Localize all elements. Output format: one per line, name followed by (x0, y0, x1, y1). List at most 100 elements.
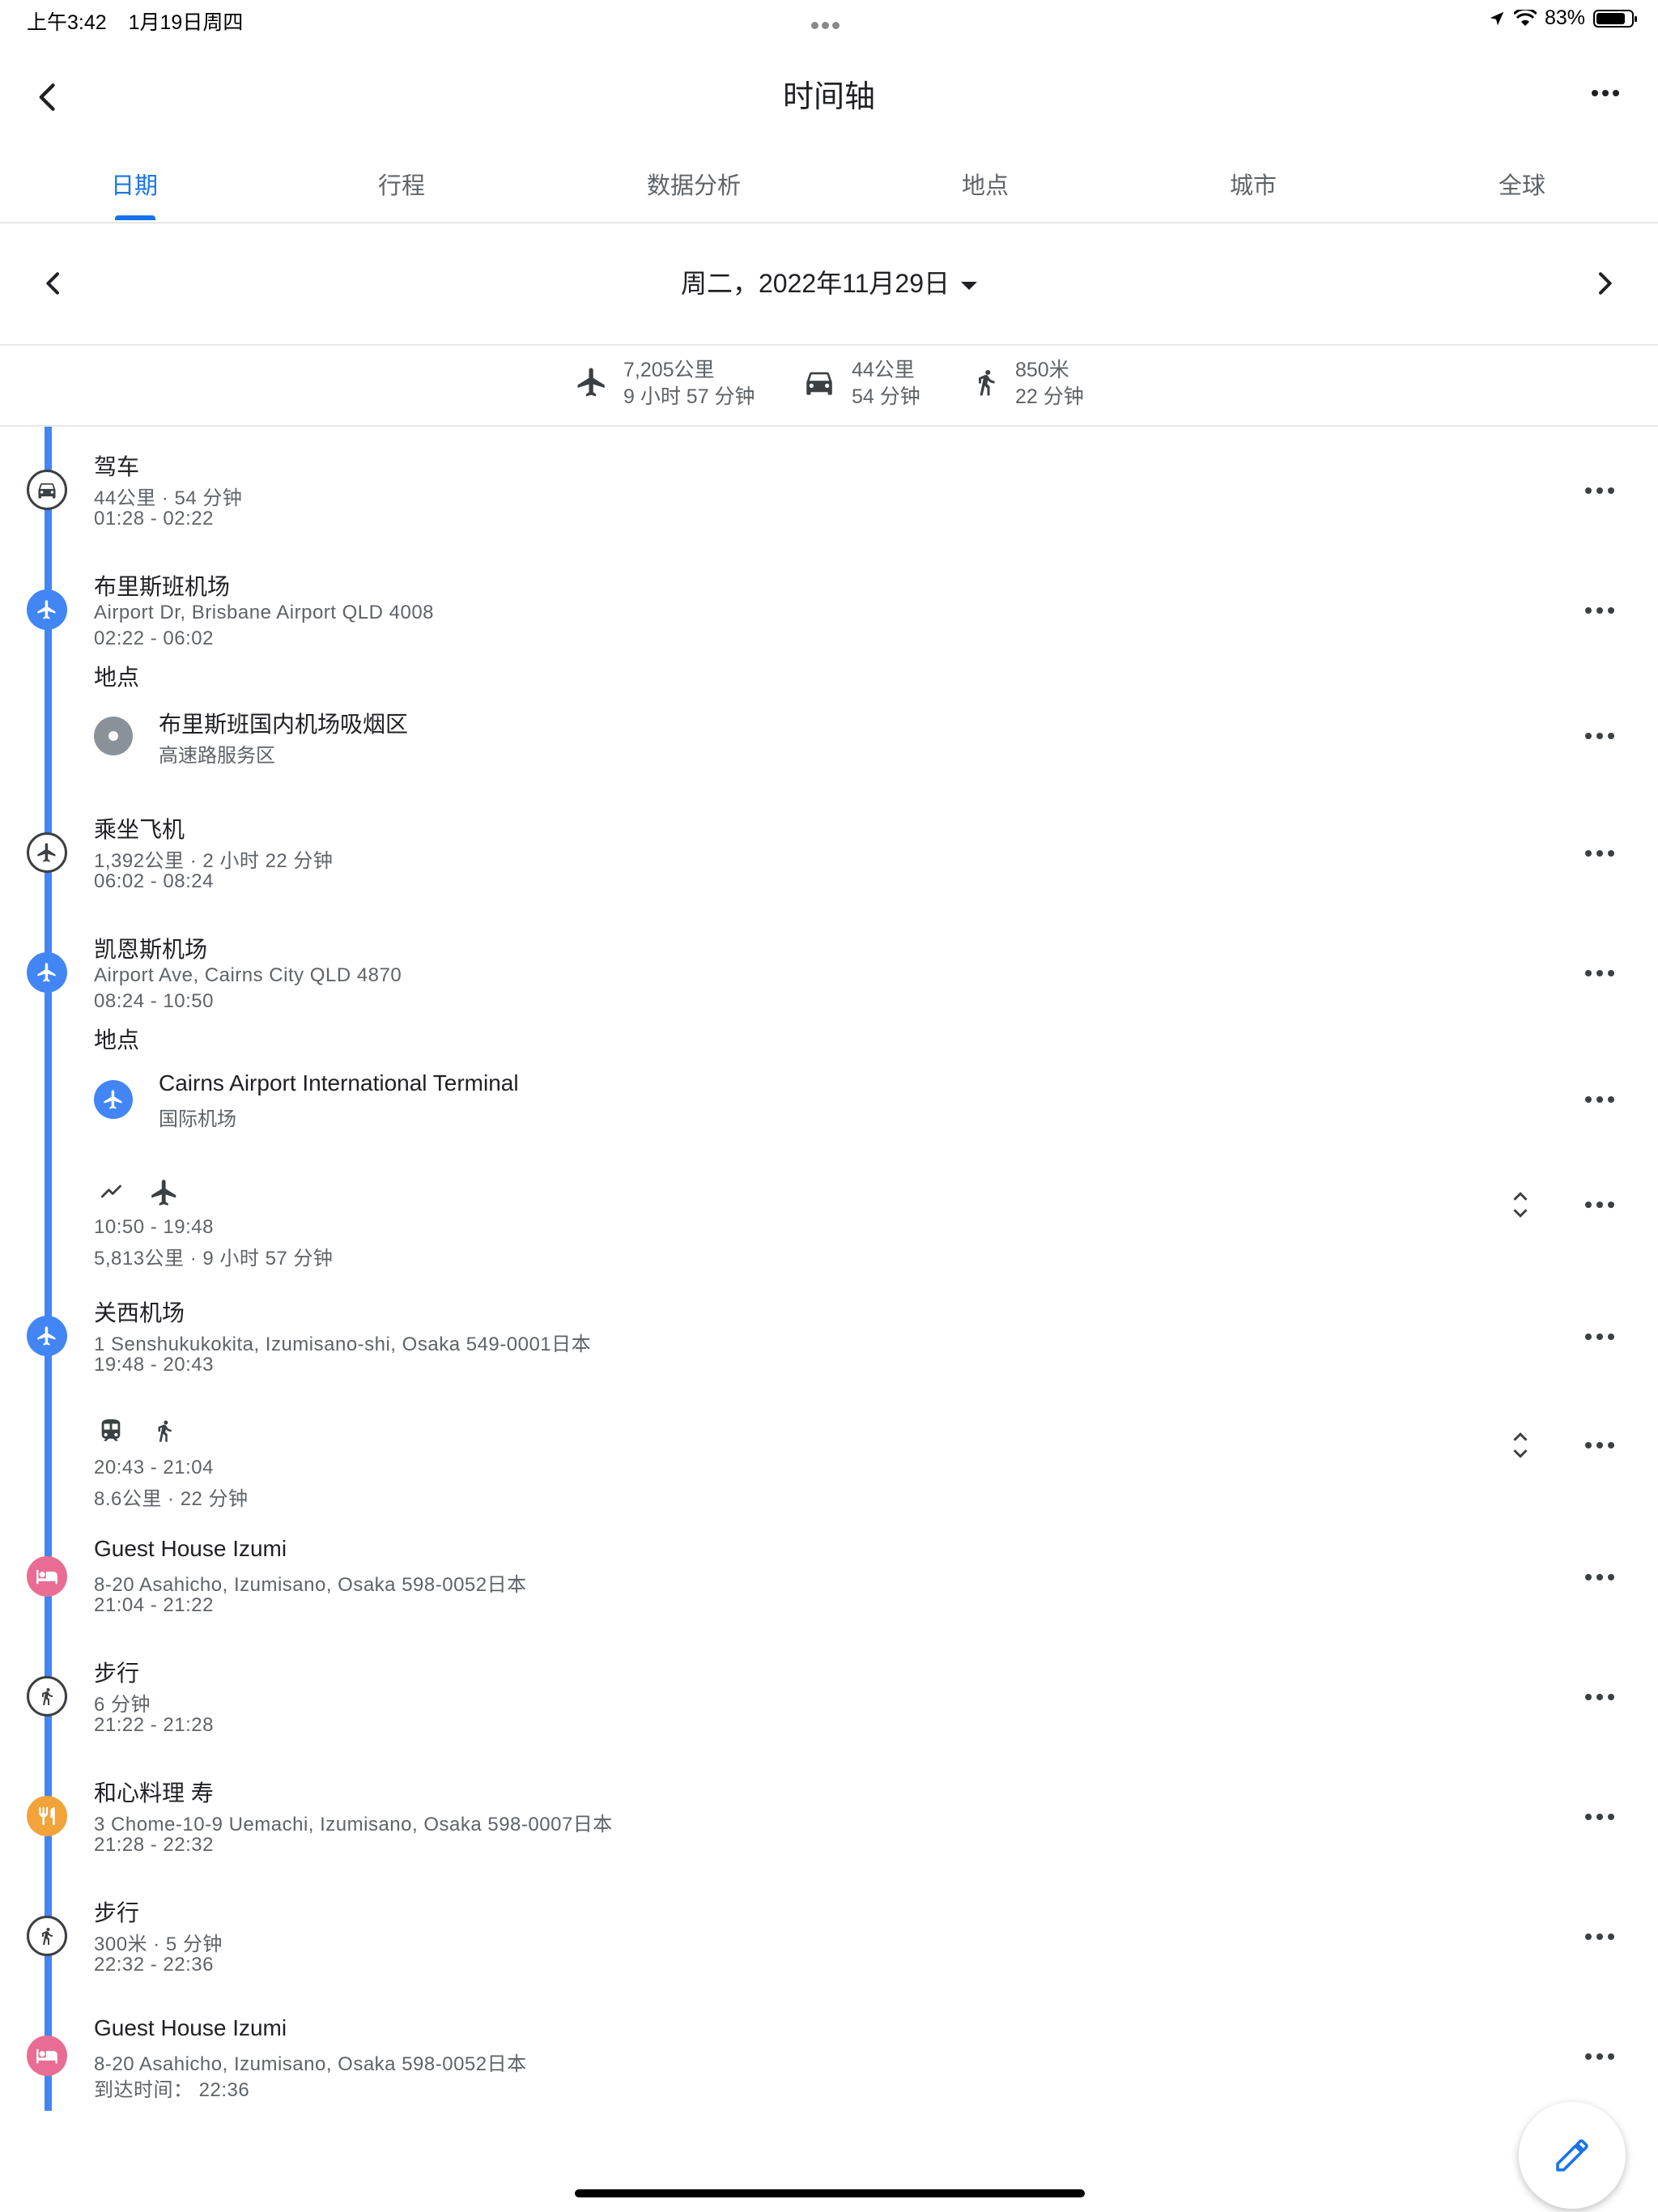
day-summary: 7,205公里 9 小时 57 分钟 44公里 54 分钟 850米 22 分钟 (0, 346, 1658, 427)
entry-time: 08:24 - 10:50 (94, 990, 214, 1012)
entry-title: 关西机场 (94, 1300, 185, 1325)
dropdown-caret-icon (961, 281, 977, 290)
walk-icon (27, 1676, 67, 1716)
status-time: 上午3:42 (27, 11, 107, 34)
car-icon (27, 470, 67, 510)
summary-drive: 44公里 54 分钟 (801, 357, 920, 410)
entry-title: 乘坐飞机 (94, 817, 185, 842)
more-options-icon[interactable] (1584, 1572, 1616, 1582)
entry-title: Guest House Izumi (94, 1536, 287, 1561)
current-date: 周二，2022年11月29日 (680, 269, 950, 298)
battery-percent: 83% (1544, 6, 1585, 29)
car-icon (806, 372, 832, 395)
date-picker[interactable]: 周二，2022年11月29日 (0, 263, 1658, 300)
entry-address: 8-20 Asahicho, Izumisano, Osaka 598-0052… (94, 1574, 527, 1596)
entry-time: 21:04 - 21:22 (94, 1594, 214, 1616)
drive-distance: 44公里 (852, 359, 915, 381)
walk-icon (158, 1420, 172, 1442)
more-options-icon[interactable] (1584, 606, 1616, 615)
more-options-icon[interactable] (1584, 1332, 1616, 1342)
entry-time: 22:32 - 22:36 (94, 1954, 214, 1976)
tab-trips[interactable]: 行程 (378, 167, 425, 201)
more-options-icon[interactable] (1584, 849, 1616, 858)
entry-title: Guest House Izumi (94, 2015, 287, 2040)
status-bar: 上午3:42 1月19日周四 83% (0, 0, 1658, 39)
entry-title: 布里斯班机场 (94, 574, 231, 599)
timeline-line (45, 427, 52, 2111)
more-options-icon[interactable] (1584, 731, 1616, 741)
more-options-icon[interactable] (1584, 2052, 1616, 2061)
train-icon (101, 1419, 121, 1441)
entry-time: 19:48 - 20:43 (94, 1354, 214, 1376)
entry-time: 20:43 - 21:04 (94, 1457, 214, 1478)
entry-time: 到达时间： 22:36 (94, 2079, 250, 2101)
airplane-icon (27, 589, 67, 630)
entry-address: Airport Dr, Brisbane Airport QLD 4008 (94, 602, 435, 623)
tab-bar: 日期 行程 数据分析 地点 城市 全球 (0, 154, 1658, 223)
airplane-icon (27, 832, 67, 873)
tab-world[interactable]: 全球 (1499, 167, 1545, 201)
summary-walk: 850米 22 分钟 (971, 357, 1084, 410)
more-menu-icon[interactable] (1585, 81, 1626, 105)
more-options-icon[interactable] (1584, 1440, 1616, 1450)
airplane-icon (27, 952, 67, 993)
entry-time: 01:28 - 02:22 (94, 508, 214, 530)
entry-detail: 6 分钟 (94, 1694, 151, 1716)
flight-duration: 9 小时 57 分钟 (623, 385, 755, 408)
battery-icon (1593, 9, 1637, 28)
place-type: 国际机场 (159, 1108, 236, 1130)
pencil-icon (1556, 2139, 1588, 2172)
entry-address: 8-20 Asahicho, Izumisano, Osaka 598-0052… (94, 2053, 527, 2075)
walk-icon (979, 370, 995, 396)
entry-title: 步行 (94, 1900, 140, 1925)
entry-time: 06:02 - 08:24 (94, 870, 214, 892)
location-arrow-icon (1490, 11, 1504, 25)
place-name: Cairns Airport International Terminal (159, 1070, 519, 1095)
place-name: 布里斯班国内机场吸烟区 (159, 712, 409, 737)
tab-places[interactable]: 地点 (962, 167, 1009, 201)
date-navigator: 周二，2022年11月29日 (0, 223, 1658, 346)
next-day-icon[interactable] (1588, 267, 1621, 300)
more-options-icon[interactable] (1584, 968, 1616, 978)
multitasking-dots-icon[interactable] (810, 11, 841, 35)
entry-time: 21:22 - 21:28 (94, 1714, 214, 1736)
tab-insights[interactable]: 数据分析 (647, 167, 741, 201)
walk-icon (27, 1916, 67, 1956)
expand-collapse-icon[interactable] (1508, 1189, 1533, 1221)
airplane-icon (94, 1080, 133, 1119)
entry-detail: 300米 · 5 分钟 (94, 1933, 223, 1955)
more-options-icon[interactable] (1584, 1200, 1616, 1210)
place-type: 高速路服务区 (159, 745, 275, 767)
tab-cities[interactable]: 城市 (1230, 167, 1277, 201)
entry-address: Airport Ave, Cairns City QLD 4870 (94, 964, 402, 986)
app-header: 时间轴 (0, 57, 1658, 130)
more-options-icon[interactable] (1584, 1095, 1616, 1104)
airplane-icon (27, 1316, 67, 1356)
more-options-icon[interactable] (1584, 486, 1616, 496)
hotel-icon (27, 2035, 67, 2076)
summary-flight: 7,205公里 9 小时 57 分钟 (575, 357, 755, 410)
entry-time: 10:50 - 19:48 (94, 1216, 214, 1238)
entry-title: 和心料理 寿 (94, 1780, 214, 1806)
more-options-icon[interactable] (1584, 1692, 1616, 1702)
trend-line-icon (100, 1185, 121, 1198)
active-tab-indicator (115, 215, 155, 220)
places-label: 地点 (94, 1027, 140, 1053)
entry-title: 步行 (94, 1661, 140, 1686)
entry-detail: 5,813公里 · 9 小时 57 分钟 (94, 1248, 334, 1270)
home-indicator[interactable] (575, 2189, 1085, 2197)
more-options-icon[interactable] (1584, 1932, 1616, 1942)
airplane-icon (577, 368, 605, 397)
walk-duration: 22 分钟 (1015, 385, 1084, 408)
expand-collapse-icon[interactable] (1508, 1429, 1533, 1461)
wifi-icon (1513, 9, 1537, 26)
more-options-icon[interactable] (1584, 1812, 1616, 1822)
tab-date[interactable]: 日期 (111, 167, 158, 201)
entry-detail: 1,392公里 · 2 小时 22 分钟 (94, 850, 334, 872)
entry-time: 02:22 - 06:02 (94, 627, 214, 649)
edit-button[interactable] (1519, 2102, 1626, 2209)
page-title: 时间轴 (782, 80, 875, 114)
entry-title: 凯恩斯机场 (94, 937, 208, 962)
entry-detail: 8.6公里 · 22 分钟 (94, 1488, 249, 1510)
drive-duration: 54 分钟 (852, 385, 920, 408)
